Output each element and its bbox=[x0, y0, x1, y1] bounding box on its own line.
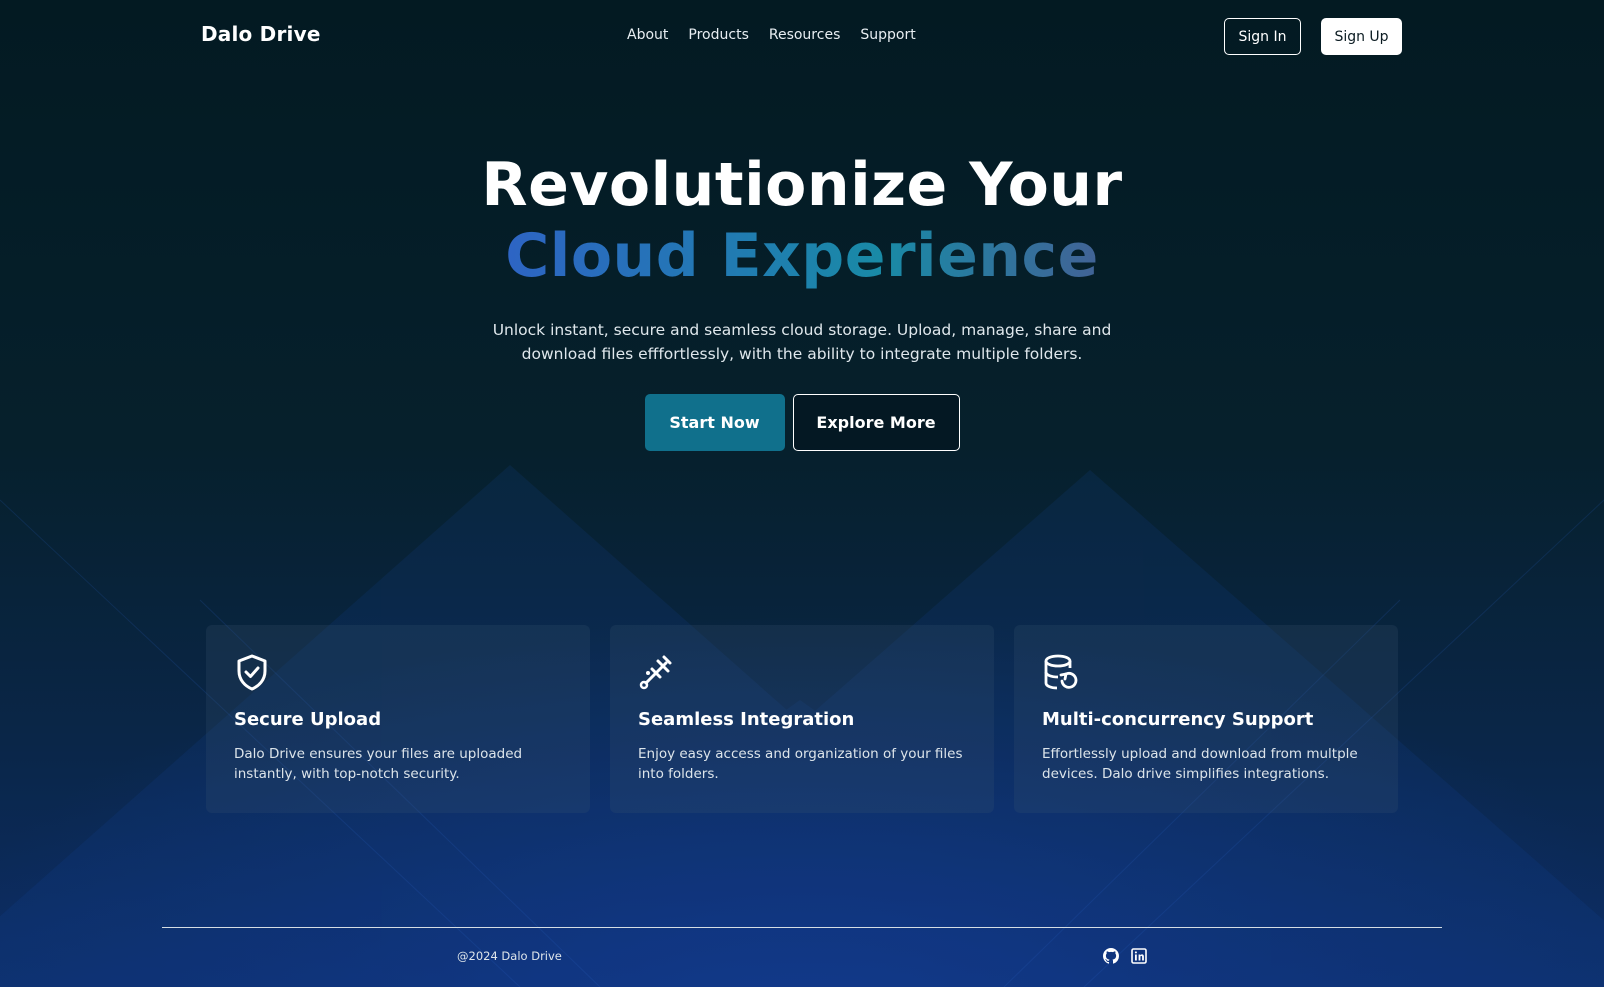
nav-link-resources[interactable]: Resources bbox=[769, 27, 841, 43]
background-pattern bbox=[0, 465, 1604, 987]
hero-title: Revolutionize Your Cloud Experience bbox=[0, 150, 1604, 292]
database-sync-icon bbox=[1044, 654, 1078, 690]
feature-card: Seamless Integration Enjoy easy access a… bbox=[610, 625, 994, 813]
brand-logo[interactable]: Dalo Drive bbox=[201, 22, 321, 46]
footer-copyright: @2024 Dalo Drive bbox=[457, 949, 562, 963]
linkedin-icon[interactable] bbox=[1131, 948, 1147, 964]
plug-icon bbox=[639, 655, 672, 690]
feature-text: Effortlessly upload and download from mu… bbox=[1042, 746, 1358, 782]
footer-socials bbox=[1103, 948, 1147, 964]
main-menu: About Products Resources Support bbox=[627, 27, 916, 43]
explore-more-button[interactable]: Explore More bbox=[792, 394, 960, 451]
sign-in-button[interactable]: Sign In bbox=[1224, 18, 1301, 55]
top-navbar: Dalo Drive About Products Resources Supp… bbox=[0, 0, 1604, 74]
hero-title-gradient: Cloud Experience bbox=[0, 221, 1604, 292]
hero-cta-group: Start Now Explore More bbox=[0, 394, 1604, 451]
background bbox=[0, 0, 1604, 987]
hero-description: Unlock instant, secure and seamless clou… bbox=[492, 321, 1112, 363]
feature-text: Enjoy easy access and organization of yo… bbox=[638, 746, 963, 782]
sign-up-button[interactable]: Sign Up bbox=[1321, 18, 1402, 55]
nav-link-products[interactable]: Products bbox=[688, 27, 748, 43]
feature-title: Seamless Integration bbox=[638, 709, 855, 730]
feature-card: Secure Upload Dalo Drive ensures your fi… bbox=[206, 625, 590, 813]
github-icon[interactable] bbox=[1103, 948, 1120, 964]
footer-divider bbox=[162, 927, 1442, 928]
features-section: Secure Upload Dalo Drive ensures your fi… bbox=[206, 625, 1398, 813]
feature-title: Secure Upload bbox=[234, 709, 382, 730]
shield-check-icon bbox=[237, 654, 267, 691]
feature-card: Multi-concurrency Support Effortlessly u… bbox=[1014, 625, 1398, 813]
feature-title: Multi-concurrency Support bbox=[1042, 709, 1314, 730]
start-now-button[interactable]: Start Now bbox=[644, 394, 785, 451]
feature-text: Dalo Drive ensures your files are upload… bbox=[234, 746, 523, 782]
hero-section: Revolutionize Your Cloud Experience Unlo… bbox=[0, 150, 1604, 451]
nav-link-about[interactable]: About bbox=[627, 27, 668, 43]
hero-title-line1: Revolutionize Your bbox=[481, 150, 1123, 220]
nav-link-support[interactable]: Support bbox=[860, 27, 915, 43]
